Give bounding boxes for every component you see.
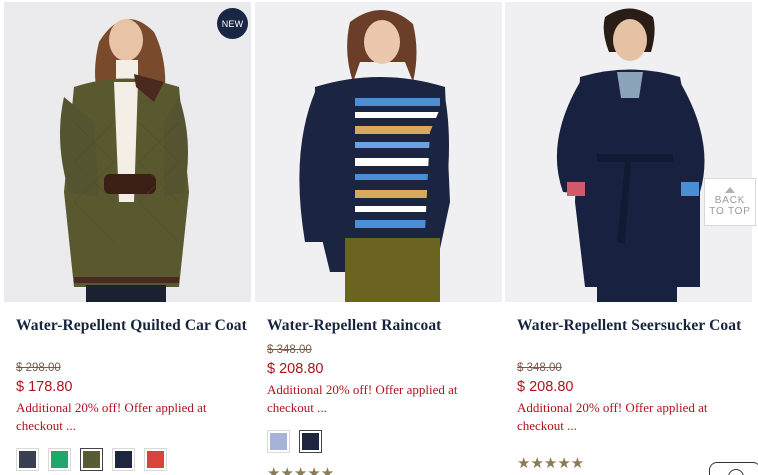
original-price: $ 298.00 xyxy=(16,362,61,374)
promo-text: Additional 20% off! Offer applied at che… xyxy=(517,400,708,433)
swatch-fill xyxy=(83,451,100,468)
product-card: NEW Water-Repellent Quilted Car Coat $ 2… xyxy=(4,0,252,475)
promo-text: Additional 20% off! Offer applied at che… xyxy=(267,382,458,415)
promo-text: Additional 20% off! Offer applied at che… xyxy=(16,400,207,433)
back-to-top-line1: BACK xyxy=(714,195,746,206)
chat-bubble-icon xyxy=(728,469,744,475)
sale-price: $ 208.80 xyxy=(267,361,324,377)
color-swatches xyxy=(267,430,322,453)
original-price: $ 348.00 xyxy=(517,362,562,374)
color-swatches xyxy=(16,448,167,471)
back-to-top-button[interactable]: BACK TO TOP xyxy=(704,178,756,226)
product-card: Water-Repellent Raincoat $ 348.00 $ 208.… xyxy=(255,0,503,475)
color-swatch[interactable] xyxy=(16,448,39,471)
swatch-fill xyxy=(270,433,287,450)
product-title[interactable]: Water-Repellent Seersucker Coat xyxy=(517,317,749,335)
chat-button[interactable] xyxy=(709,462,758,475)
rating-stars[interactable]: ★★★★★ xyxy=(267,466,334,475)
swatch-fill xyxy=(19,451,36,468)
sale-price: $ 178.80 xyxy=(16,379,73,395)
product-title[interactable]: Water-Repellent Quilted Car Coat xyxy=(16,317,248,335)
swatch-fill xyxy=(302,433,319,450)
product-image-raincoat[interactable] xyxy=(255,2,502,302)
back-to-top-line2: TO TOP xyxy=(709,206,751,217)
product-image-seersucker-coat[interactable] xyxy=(505,2,752,302)
sale-price: $ 208.80 xyxy=(517,379,574,395)
arrow-up-icon xyxy=(725,187,735,193)
product-grid: NEW Water-Repellent Quilted Car Coat $ 2… xyxy=(0,0,758,475)
new-badge: NEW xyxy=(217,8,248,39)
price-block: $ 298.00 $ 178.80 Additional 20% off! Of… xyxy=(16,361,248,435)
color-swatch[interactable] xyxy=(267,430,290,453)
swatch-fill xyxy=(51,451,68,468)
price-block: $ 348.00 $ 208.80 Additional 20% off! Of… xyxy=(267,343,499,417)
color-swatch[interactable] xyxy=(112,448,135,471)
product-title[interactable]: Water-Repellent Raincoat xyxy=(267,317,499,335)
swatch-fill xyxy=(147,451,164,468)
product-image-quilted-car-coat[interactable]: NEW xyxy=(4,2,251,302)
rating-stars[interactable]: ★★★★★ xyxy=(517,456,584,472)
color-swatch-selected[interactable] xyxy=(80,448,103,471)
product-card: Water-Repellent Seersucker Coat $ 348.00… xyxy=(505,0,753,475)
price-block: $ 348.00 $ 208.80 Additional 20% off! Of… xyxy=(517,361,749,435)
original-price: $ 348.00 xyxy=(267,344,312,356)
color-swatch-selected[interactable] xyxy=(299,430,322,453)
swatch-fill xyxy=(115,451,132,468)
color-swatch[interactable] xyxy=(144,448,167,471)
color-swatch[interactable] xyxy=(48,448,71,471)
